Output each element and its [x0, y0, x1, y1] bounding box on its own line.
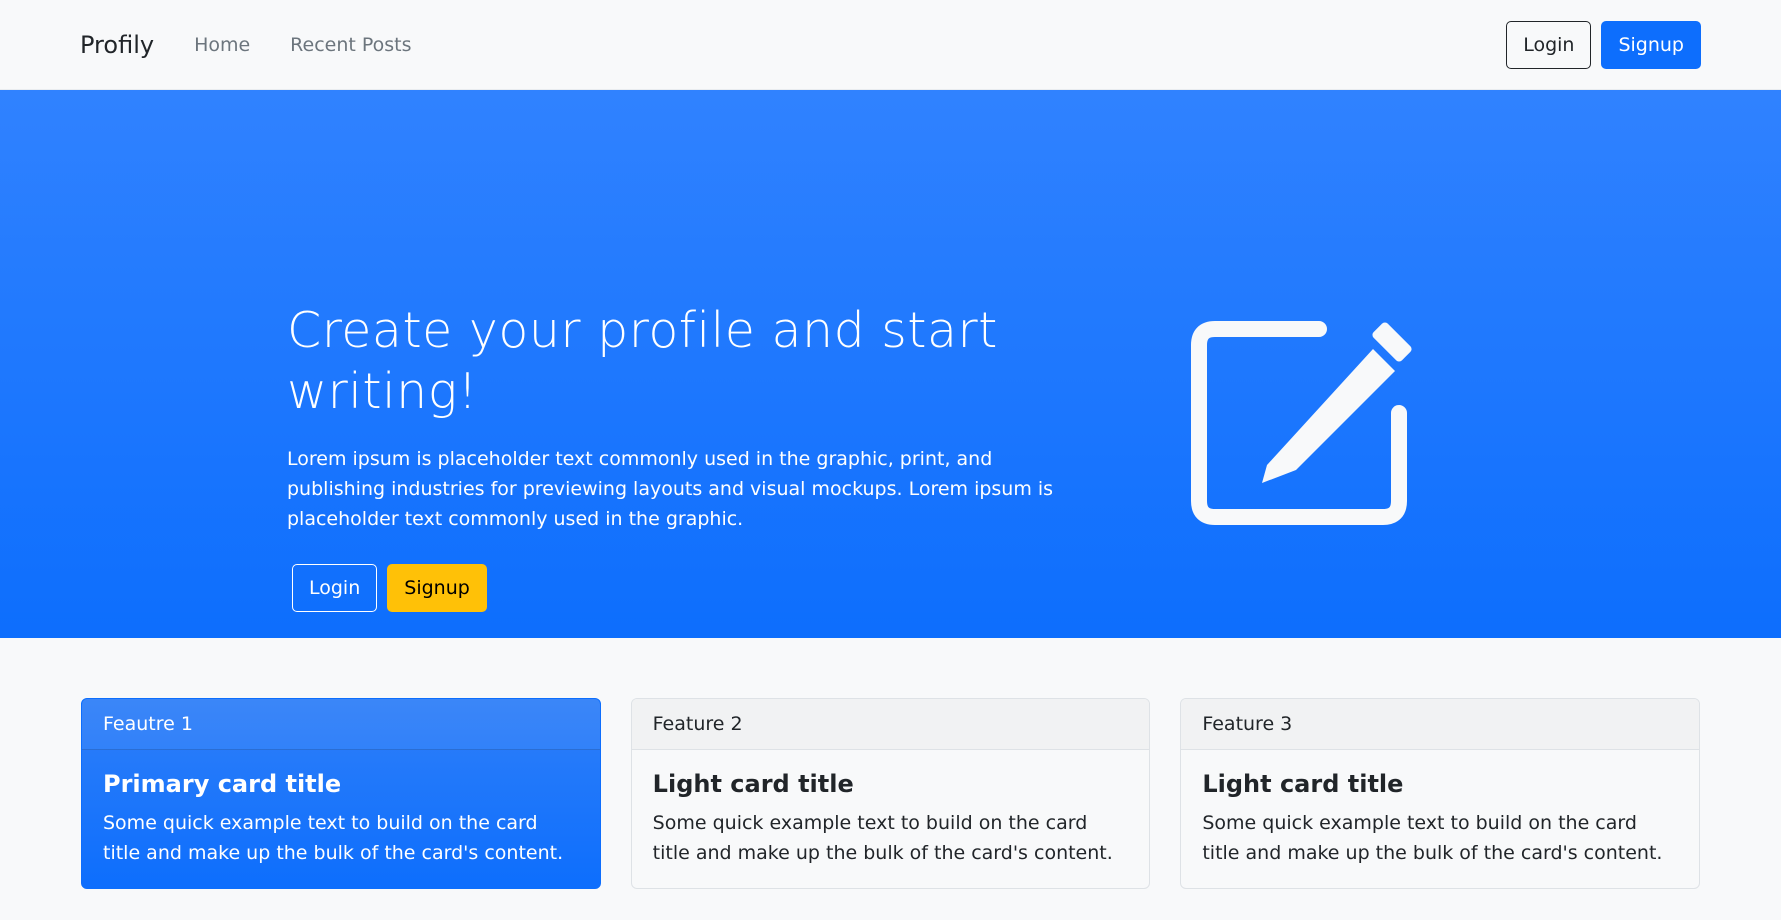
nav-actions: Login Signup [1506, 20, 1701, 69]
card-header: Feature 3 [1181, 699, 1700, 750]
card-title: Primary card title [103, 770, 342, 798]
card-text: Some quick example text to build on the … [652, 812, 1113, 864]
card-text: Some quick example text to build on the … [103, 812, 564, 864]
hero-description: Lorem ipsum is placeholder text commonly… [287, 448, 1054, 530]
card-body: Light card title Some quick example text… [632, 750, 1150, 888]
hero-login-button[interactable]: Login [292, 564, 378, 612]
nav-link-home[interactable]: Home [194, 34, 250, 56]
hero-section: Create your profile and start writing! L… [0, 90, 1781, 638]
card-title: Light card title [1202, 770, 1404, 798]
hero-buttons: Login Signup [287, 564, 1087, 612]
card-title: Light card title [652, 770, 854, 798]
hero-text: Create your profile and start writing! L… [287, 300, 1087, 612]
pencil-square-icon [1185, 305, 1425, 545]
card-body: Primary card title Some quick example te… [82, 750, 600, 888]
navbar: Profily Home Recent Posts Login Signup [0, 0, 1781, 90]
nav-login-button[interactable]: Login [1506, 20, 1592, 69]
nav-signup-button[interactable]: Signup [1601, 20, 1701, 69]
card-text: Some quick example text to build on the … [1202, 812, 1663, 864]
feature-card-3: Feature 3 Light card title Some quick ex… [1180, 698, 1701, 889]
features-section: Feautre 1 Primary card title Some quick … [0, 698, 1781, 889]
card-body: Light card title Some quick example text… [1181, 750, 1699, 888]
feature-card-2: Feature 2 Light card title Some quick ex… [630, 698, 1151, 889]
nav-link-recent-posts[interactable]: Recent Posts [290, 34, 411, 56]
hero-title: Create your profile and start writing! [287, 302, 998, 420]
card-header: Feautre 1 [82, 699, 600, 750]
hero-signup-button[interactable]: Signup [387, 564, 487, 612]
card-header: Feature 2 [631, 699, 1150, 750]
feature-card-1: Feautre 1 Primary card title Some quick … [81, 698, 601, 889]
brand-logo[interactable]: Profily [80, 31, 154, 59]
